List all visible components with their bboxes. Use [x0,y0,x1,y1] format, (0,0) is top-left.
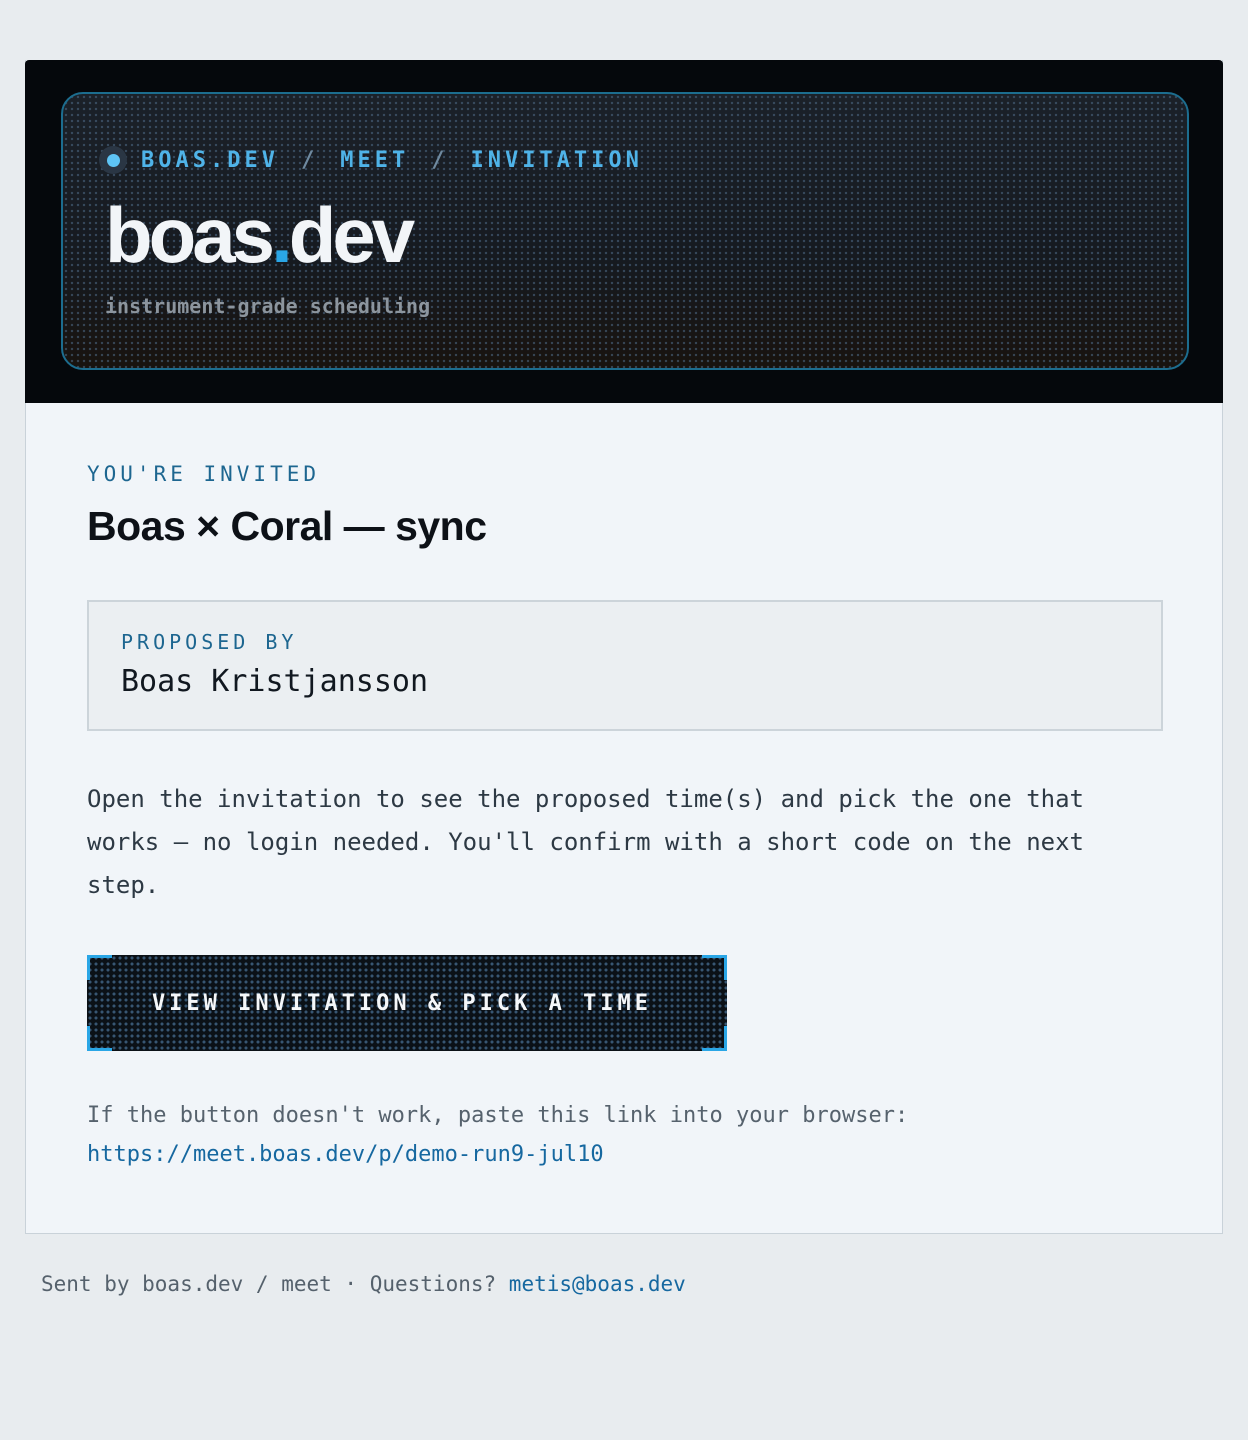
fallback-instructions: If the button doesn't work, paste this l… [87,1103,909,1128]
proposer-name: Boas Kristjansson [121,664,429,699]
email-header: BOAS.DEV / MEET / INVITATION boas.dev in… [25,60,1223,403]
footer-text: Sent by boas.dev / meet · Questions? [41,1272,509,1296]
brand-tagline: instrument-grade scheduling [105,294,431,318]
email-card: BOAS.DEV / MEET / INVITATION boas.dev in… [25,60,1223,1234]
brand-logo: boas.dev [105,190,415,281]
breadcrumb-separator: / [300,147,319,173]
breadcrumb-item-invitation: INVITATION [470,147,643,173]
view-invitation-label: VIEW INVITATION & PICK A TIME [151,990,653,1016]
header-banner: BOAS.DEV / MEET / INVITATION boas.dev in… [61,92,1189,370]
invite-description: Open the invitation to see the proposed … [87,785,1084,899]
fallback-link-section: If the button doesn't work, paste this l… [87,1096,1167,1174]
brand-tld: dev [288,191,415,279]
email-footer: Sent by boas.dev / meet · Questions? met… [41,1272,686,1296]
support-email-link[interactable]: metis@boas.dev [509,1272,686,1296]
proposed-by-box: PROPOSED BY Boas Kristjansson [87,600,1163,731]
view-invitation-button[interactable]: VIEW INVITATION & PICK A TIME [87,955,727,1051]
proposed-by-label: PROPOSED BY [121,630,298,654]
corner-bracket-icon [87,1026,112,1051]
breadcrumb-separator: / [431,147,449,173]
brand-dot: . [271,191,293,279]
corner-bracket-icon [702,1026,727,1051]
breadcrumb-item-meet: MEET [340,147,410,173]
meeting-title: Boas × Coral — sync [87,503,487,549]
corner-bracket-icon [702,955,727,980]
corner-bracket-icon [87,955,112,980]
brand-name: boas [105,191,275,279]
invite-eyebrow: YOU'RE INVITED [87,462,321,486]
status-dot-icon [99,146,127,174]
breadcrumb-item-site: BOAS.DEV [141,147,279,173]
breadcrumb: BOAS.DEV / MEET / INVITATION [99,146,643,174]
invitation-link[interactable]: https://meet.boas.dev/p/demo-run9-jul10 [87,1135,1167,1174]
